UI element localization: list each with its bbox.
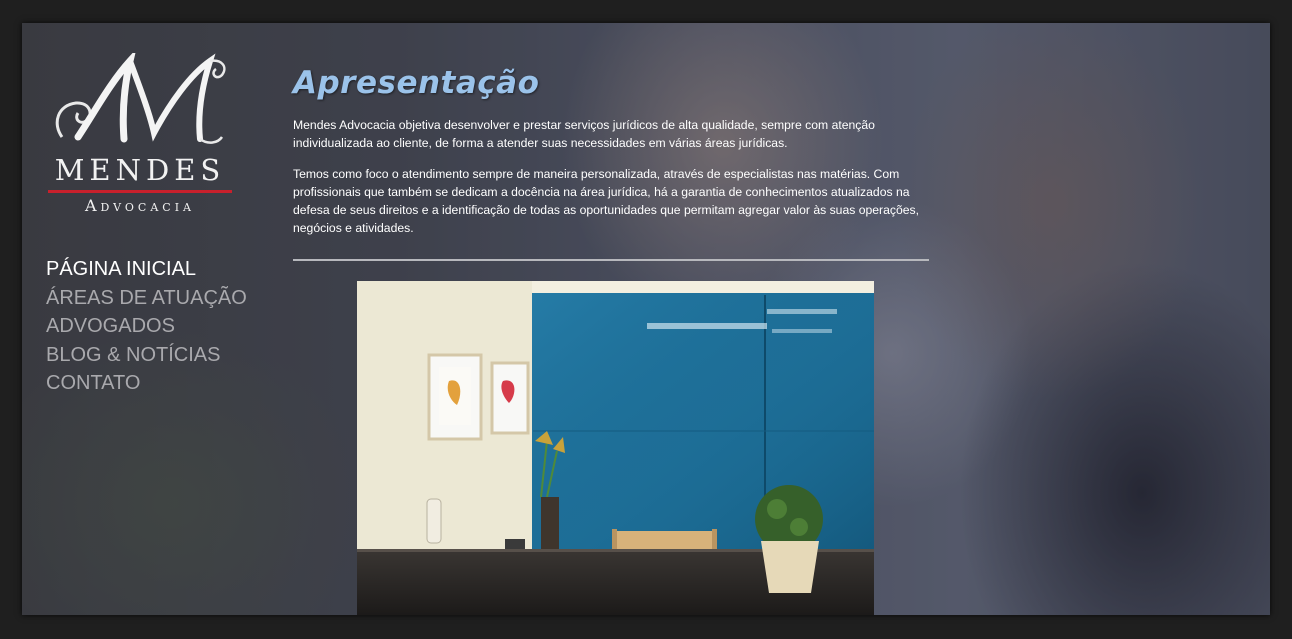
content-divider	[293, 259, 929, 261]
main-content: Apresentação Mendes Advocacia objetiva d…	[293, 65, 933, 237]
intro-paragraph-1: Mendes Advocacia objetiva desenvolver e …	[293, 118, 875, 150]
page-title: Apresentação	[293, 65, 540, 101]
brand-subtitle-text: Advocacia	[84, 196, 195, 215]
brand-logo[interactable]: MENDES Advocacia	[46, 53, 234, 218]
nav-item-blog-noticias[interactable]: BLOG & NOTÍCIAS	[46, 341, 247, 370]
brand-accent-bar	[48, 190, 232, 193]
nav-item-contato[interactable]: CONTATO	[46, 369, 247, 398]
nav-item-pagina-inicial[interactable]: PÁGINA INICIAL	[46, 255, 247, 284]
main-nav: PÁGINA INICIAL ÁREAS DE ATUAÇÃO ADVOGADO…	[46, 255, 247, 398]
intro-paragraph-2: Temos como foco o atendimento sempre de …	[293, 167, 920, 235]
monogram-m-icon	[55, 53, 226, 144]
nav-item-advogados[interactable]: ADVOGADOS	[46, 312, 247, 341]
office-reception-photo	[357, 281, 874, 615]
nav-item-areas-de-atuacao[interactable]: ÁREAS DE ATUAÇÃO	[46, 284, 247, 313]
page-frame: MENDES Advocacia PÁGINA INICIAL ÁREAS DE…	[22, 23, 1270, 615]
brand-subtitle: Advocacia	[46, 196, 234, 215]
brand-name: MENDES	[54, 153, 226, 187]
